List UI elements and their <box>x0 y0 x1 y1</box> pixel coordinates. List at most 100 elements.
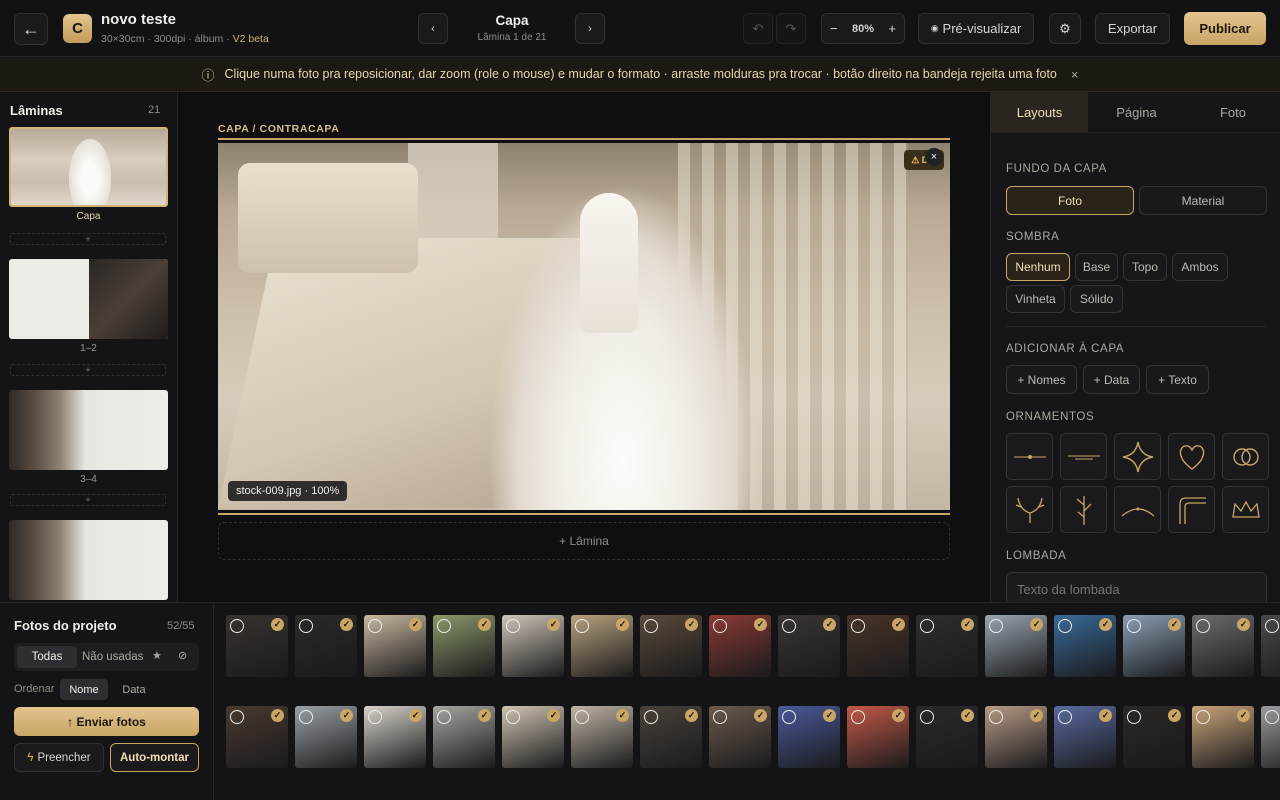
order-name[interactable]: Nome <box>60 679 108 700</box>
sheet-thumb-1-2[interactable] <box>9 259 168 339</box>
photo-thumb[interactable]: ✓ <box>640 615 702 677</box>
shadow-option[interactable]: Vinheta <box>1006 285 1065 313</box>
cover-photo[interactable]: ⚠ DPI × stock-009.jpg · 100% <box>218 143 950 510</box>
select-circle-icon[interactable] <box>989 710 1003 724</box>
photo-thumb[interactable]: ✓ <box>709 615 771 677</box>
select-circle-icon[interactable] <box>368 710 382 724</box>
shadow-option[interactable]: Nenhum <box>1006 253 1070 281</box>
select-circle-icon[interactable] <box>230 710 244 724</box>
auto-build-button[interactable]: Auto-montar <box>110 743 199 772</box>
photo-thumb[interactable]: ✓ <box>916 706 978 768</box>
select-circle-icon[interactable] <box>1265 710 1279 724</box>
remove-photo-icon[interactable]: × <box>925 148 943 166</box>
ornament-crown-icon[interactable] <box>1222 486 1269 533</box>
sheet-thumb-cover[interactable] <box>9 127 168 207</box>
photo-thumb[interactable]: ✓ <box>1054 615 1116 677</box>
photo-thumb[interactable]: ✓ <box>916 615 978 677</box>
select-circle-icon[interactable] <box>644 710 658 724</box>
photo-thumb[interactable]: ✓ <box>985 615 1047 677</box>
bg-option-photo[interactable]: Foto <box>1006 186 1134 215</box>
select-circle-icon[interactable] <box>1196 619 1210 633</box>
select-circle-icon[interactable] <box>1265 619 1279 633</box>
undo-button[interactable]: ↶ <box>743 13 773 44</box>
redo-button[interactable]: ↷ <box>776 13 806 44</box>
next-page-button[interactable]: › <box>575 13 605 44</box>
select-circle-icon[interactable] <box>230 619 244 633</box>
photo-thumb[interactable]: ✓ <box>571 615 633 677</box>
ornament-line-dot-icon[interactable] <box>1006 433 1053 480</box>
select-circle-icon[interactable] <box>368 619 382 633</box>
order-date[interactable]: Data <box>112 679 156 700</box>
photo-thumb[interactable]: ✓ <box>226 706 288 768</box>
photo-thumb[interactable]: ✓ <box>847 706 909 768</box>
spine-text-input[interactable] <box>1006 572 1267 602</box>
select-circle-icon[interactable] <box>575 619 589 633</box>
close-banner-icon[interactable]: × <box>1071 67 1079 82</box>
photo-thumb[interactable]: ✓ <box>433 615 495 677</box>
photo-thumb[interactable]: ✓ <box>433 706 495 768</box>
photo-thumb[interactable]: ✓ <box>571 706 633 768</box>
select-circle-icon[interactable] <box>782 619 796 633</box>
photo-thumb[interactable]: ✓ <box>847 615 909 677</box>
shadow-option[interactable]: Base <box>1075 253 1118 281</box>
tab-layouts[interactable]: Layouts <box>991 92 1088 132</box>
publish-button[interactable]: Publicar <box>1184 12 1266 45</box>
select-circle-icon[interactable] <box>713 710 727 724</box>
photo-thumb[interactable]: ✓ <box>709 706 771 768</box>
select-circle-icon[interactable] <box>644 619 658 633</box>
photo-thumb[interactable]: ✓ <box>1192 615 1254 677</box>
ornament-star-icon[interactable] <box>1114 433 1161 480</box>
cover-frame[interactable]: ⚠ DPI × stock-009.jpg · 100% <box>218 138 950 515</box>
ornament-branch-icon[interactable] <box>1060 486 1107 533</box>
select-circle-icon[interactable] <box>851 710 865 724</box>
photo-thumb[interactable]: ✓ <box>778 706 840 768</box>
select-circle-icon[interactable] <box>1058 710 1072 724</box>
preview-button[interactable]: ◉ Pré-visualizar <box>918 13 1034 44</box>
photo-thumb[interactable]: ✓ <box>364 706 426 768</box>
photo-thumb[interactable]: ✓ <box>226 615 288 677</box>
photo-thumb[interactable]: ✓ <box>1261 615 1280 677</box>
ornament-arc-icon[interactable] <box>1114 486 1161 533</box>
star-filter-icon[interactable]: ★ <box>152 649 162 662</box>
photo-thumb[interactable]: ✓ <box>502 706 564 768</box>
photo-thumb[interactable]: ✓ <box>1123 615 1185 677</box>
filter-all[interactable]: Todas <box>17 646 77 668</box>
photo-thumb[interactable]: ✓ <box>640 706 702 768</box>
select-circle-icon[interactable] <box>920 710 934 724</box>
photo-thumb[interactable]: ✓ <box>778 615 840 677</box>
rejected-filter-icon[interactable]: ⊘ <box>178 649 187 662</box>
ornament-antlers-icon[interactable] <box>1006 486 1053 533</box>
select-circle-icon[interactable] <box>989 619 1003 633</box>
shadow-option[interactable]: Sólido <box>1070 285 1123 313</box>
ornament-heart-icon[interactable] <box>1168 433 1215 480</box>
select-circle-icon[interactable] <box>299 710 313 724</box>
photo-thumb[interactable]: ✓ <box>295 706 357 768</box>
add-sheet-slot[interactable]: + <box>10 233 166 245</box>
select-circle-icon[interactable] <box>437 619 451 633</box>
tab-page[interactable]: Página <box>1088 92 1185 132</box>
add-sheet-button[interactable]: + Lâmina <box>218 522 950 560</box>
photo-thumb[interactable]: ✓ <box>295 615 357 677</box>
photo-thumb[interactable]: ✓ <box>1054 706 1116 768</box>
photo-thumb[interactable]: ✓ <box>502 615 564 677</box>
photo-thumb[interactable]: ✓ <box>364 615 426 677</box>
ornament-double-line-icon[interactable] <box>1060 433 1107 480</box>
photo-thumb[interactable]: ✓ <box>1261 706 1280 768</box>
zoom-in-button[interactable]: + <box>888 21 896 36</box>
shadow-option[interactable]: Ambos <box>1172 253 1228 281</box>
back-button[interactable]: ← <box>14 13 48 45</box>
export-button[interactable]: Exportar <box>1095 13 1170 44</box>
select-circle-icon[interactable] <box>575 710 589 724</box>
select-circle-icon[interactable] <box>782 710 796 724</box>
select-circle-icon[interactable] <box>299 619 313 633</box>
select-circle-icon[interactable] <box>713 619 727 633</box>
sheet-thumb-3-4[interactable] <box>9 390 168 470</box>
add-sheet-slot[interactable]: + <box>10 364 166 376</box>
ornament-corner-icon[interactable] <box>1168 486 1215 533</box>
select-circle-icon[interactable] <box>920 619 934 633</box>
select-circle-icon[interactable] <box>506 710 520 724</box>
fill-button[interactable]: ϟ Preencher <box>14 743 104 772</box>
filter-unused[interactable]: Não usadas <box>82 646 144 668</box>
ornament-rings-icon[interactable] <box>1222 433 1269 480</box>
shadow-option[interactable]: Topo <box>1123 253 1167 281</box>
